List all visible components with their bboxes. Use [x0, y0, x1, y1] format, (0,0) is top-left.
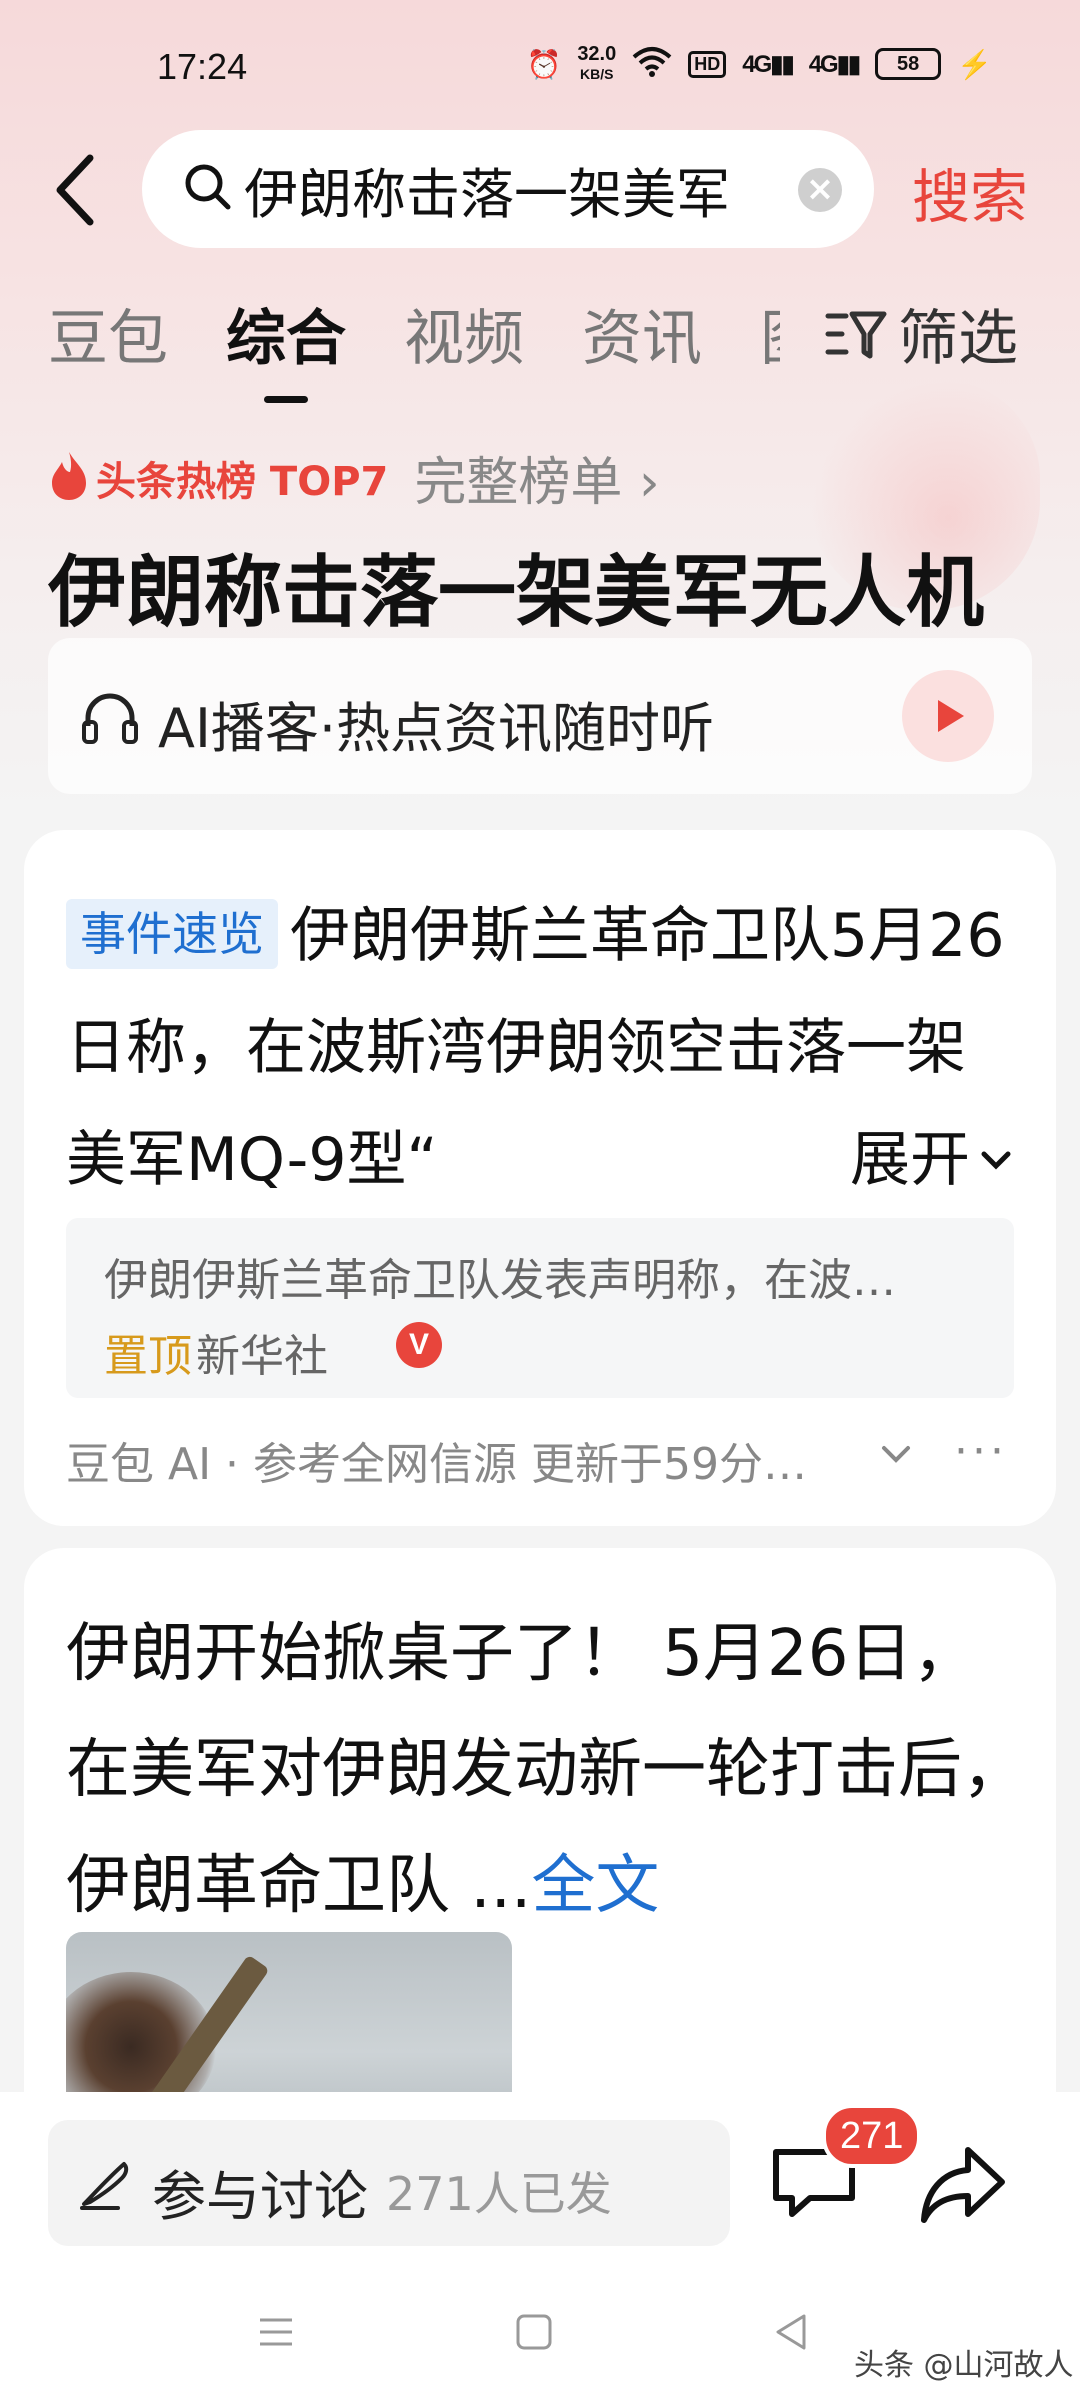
search-input[interactable]: 伊朗称击落一架美军 ×: [142, 130, 874, 248]
card-footer-text: 豆包 AI · 参考全网信源 更新于59分…: [66, 1439, 807, 1490]
tab-doubao[interactable]: 豆包: [48, 290, 168, 377]
status-bar: 17:24 ⏰ 32.0 KB/S HD 4G▮▮ 4G▮▮ 58 ⚡: [0, 0, 1080, 120]
signal-label-1: 4G: [742, 50, 772, 78]
search-query: 伊朗称击落一架美军: [244, 162, 730, 226]
hot-rank-label: 头条热榜 TOP7: [96, 458, 389, 505]
verified-icon: V: [396, 1322, 442, 1368]
hot-topic-title: 伊朗称击落一架美军无人机: [48, 548, 985, 638]
comment-count-badge: 271: [822, 2104, 922, 2168]
article-text: 伊朗开始掀桌子了！ 5月26日，在美军对伊朗发动新一轮打击后，伊朗革命卫队 ..…: [66, 1596, 1026, 1944]
nav-menu-icon[interactable]: [254, 2310, 298, 2358]
tab-bar: 豆包 综合 视频 资讯 图: [48, 290, 780, 403]
expand-button[interactable]: 展开: [832, 1104, 1016, 1216]
charging-icon: ⚡: [957, 48, 992, 80]
more-icon[interactable]: ···: [954, 1426, 1008, 1477]
discuss-label: 参与讨论: [152, 2165, 368, 2228]
search-icon: [182, 161, 234, 217]
hot-rank-row[interactable]: 头条热榜 TOP7 完整榜单 ›: [48, 440, 660, 515]
collapse-chevron-icon[interactable]: [876, 1434, 916, 1478]
net-speed-value: 32.0: [577, 43, 617, 65]
watermark: 头条 @山河故人: [854, 2348, 1074, 2383]
play-icon: [938, 700, 964, 732]
ai-podcast-bar[interactable]: AI播客·热点资讯随时听: [48, 638, 1032, 794]
play-button[interactable]: [902, 670, 994, 762]
tab-news[interactable]: 资讯: [582, 290, 702, 377]
discuss-count: 271人已发: [386, 2167, 612, 2221]
tab-all[interactable]: 综合: [226, 290, 346, 403]
back-arrow-icon: [56, 154, 94, 226]
nav-home-icon[interactable]: [512, 2310, 556, 2358]
discuss-input[interactable]: 参与讨论 271人已发: [48, 2120, 730, 2246]
chevron-down-icon: [981, 1151, 1011, 1170]
tab-video[interactable]: 视频: [404, 290, 524, 377]
net-speed: 32.0 KB/S: [577, 44, 616, 84]
status-time: 17:24: [157, 46, 248, 87]
search-button[interactable]: 搜索: [912, 150, 1028, 234]
net-speed-unit: KB/S: [580, 66, 614, 82]
filter-label: 筛选: [898, 304, 1018, 374]
fire-icon: [48, 450, 90, 506]
source-description: 伊朗伊斯兰革命卫队发表声明称，在波…: [104, 1255, 896, 1306]
publisher-name: 新华社: [196, 1331, 328, 1382]
hd-icon: HD: [688, 50, 727, 78]
event-tag: 事件速览: [66, 899, 278, 969]
podcast-label: AI播客·热点资讯随时听: [158, 697, 715, 760]
signal-icon-1: 4G▮▮: [742, 50, 794, 78]
source-box[interactable]: 伊朗伊斯兰革命卫队发表声明称，在波… 置顶 新华社 V: [66, 1218, 1014, 1398]
nav-back-icon[interactable]: [770, 2310, 814, 2358]
fulltext-link[interactable]: 全文: [531, 1849, 659, 1923]
filter-icon: [825, 311, 887, 358]
clear-icon[interactable]: ×: [798, 168, 842, 212]
share-icon[interactable]: [918, 2142, 1008, 2230]
filter-button[interactable]: 筛选: [824, 290, 1018, 377]
status-icons: ⏰ 32.0 KB/S HD 4G▮▮ 4G▮▮ 58 ⚡: [526, 44, 992, 84]
expand-label: 展开: [850, 1125, 970, 1195]
alarm-icon: ⏰: [526, 48, 562, 80]
event-summary-card[interactable]: 事件速览 伊朗伊斯兰革命卫队5月26日称，在波斯湾伊朗领空击落一架美军MQ-9型“…: [24, 830, 1056, 1526]
pen-icon: [78, 2156, 134, 2216]
tab-image[interactable]: 图: [760, 290, 780, 377]
wifi-icon: [632, 45, 672, 84]
back-button[interactable]: [46, 150, 106, 230]
signal-label-2: 4G: [808, 50, 839, 78]
pinned-label: 置顶: [104, 1331, 192, 1382]
signal-icon-2: 4G▮▮: [808, 50, 861, 78]
battery-icon: 58: [875, 48, 942, 80]
full-rank-link[interactable]: 完整榜单 ›: [414, 440, 659, 515]
headphone-icon: [80, 688, 140, 750]
